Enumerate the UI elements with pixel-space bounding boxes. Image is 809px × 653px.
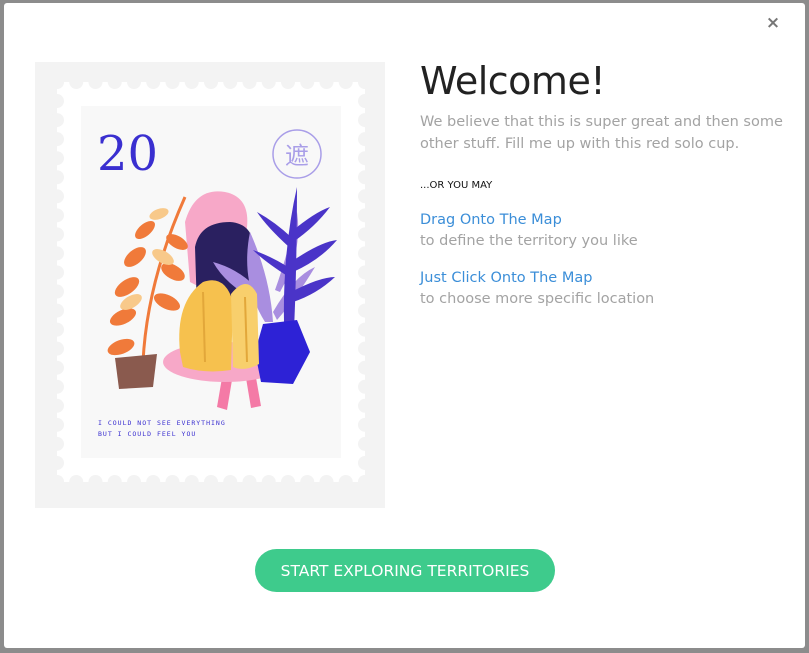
click-onto-map-link[interactable]: Just Click Onto The Map	[420, 267, 592, 289]
drag-option-description: to define the territory you like	[420, 233, 638, 249]
stamp-illustration: 20 遮 I COULD NOT SEE EVERYTHING BUT I CO…	[35, 62, 385, 508]
welcome-modal: × 20 遮 I COULD NOT SEE EVERYTHING BUT I …	[4, 3, 805, 648]
or-label: ...OR YOU MAY	[420, 180, 493, 191]
welcome-description: We believe that this is super great and …	[420, 114, 783, 152]
stamp-caption-line1: I COULD NOT SEE EVERYTHING	[98, 419, 226, 427]
welcome-content: Welcome! We believe that this is super g…	[420, 59, 800, 309]
option-drag: Drag Onto The Map to define the territor…	[420, 209, 800, 251]
option-click: Just Click Onto The Map to choose more s…	[420, 267, 800, 309]
click-option-description: to choose more specific location	[420, 291, 655, 307]
stamp-number: 20	[97, 126, 158, 182]
seal-character: 遮	[285, 142, 309, 170]
drag-onto-map-link[interactable]: Drag Onto The Map	[420, 209, 562, 231]
start-exploring-button[interactable]: START EXPLORING TERRITORIES	[255, 549, 555, 592]
stamp-caption-line2: BUT I COULD FEEL YOU	[98, 430, 196, 438]
page-title: Welcome!	[420, 59, 606, 103]
close-icon[interactable]: ×	[764, 14, 782, 32]
